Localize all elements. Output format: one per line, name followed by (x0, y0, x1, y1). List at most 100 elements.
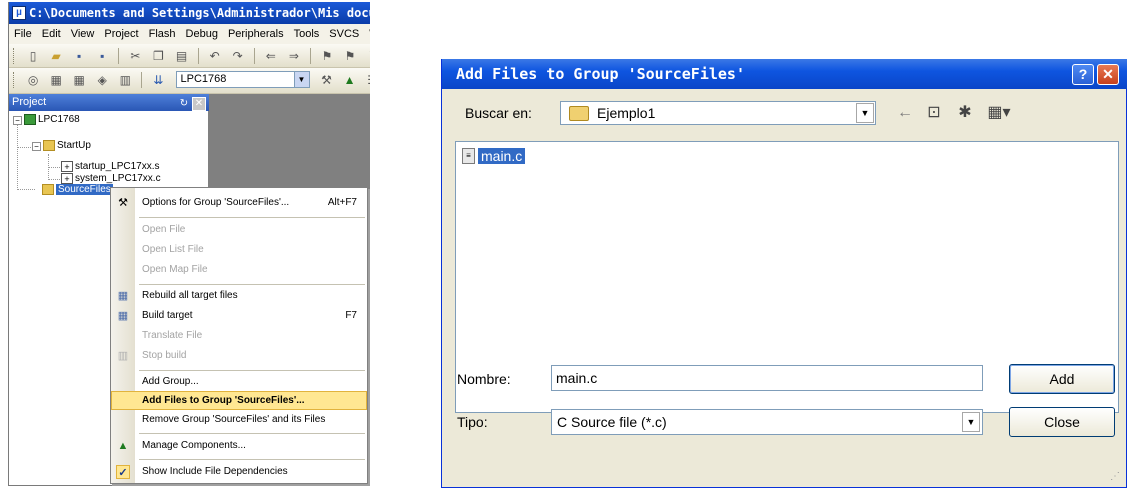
dialog-title-bar: Add Files to Group 'SourceFiles' ? ✕ (442, 59, 1127, 89)
stop-build-icon: ▥ (117, 350, 129, 362)
open-folder-icon[interactable]: ▰ (48, 48, 64, 64)
menu-item-show-include[interactable]: ✓ Show Include File Dependencies (111, 462, 367, 482)
bookmark-icon[interactable]: ⚑ (319, 48, 335, 64)
build-icon[interactable]: ▦ (48, 72, 64, 88)
file-extensions-icon[interactable]: ☰ (365, 72, 370, 88)
menu-item-open-list-file[interactable]: Open List File (111, 240, 367, 260)
menu-item-add-files[interactable]: Add Files to Group 'SourceFiles'... (111, 391, 367, 410)
menu-item-label: Options for Group 'SourceFiles'... (142, 197, 290, 208)
menu-tools[interactable]: Tools (289, 24, 325, 44)
chevron-down-icon[interactable]: ▼ (962, 412, 980, 432)
menu-item-label: Rebuild all target files (142, 290, 238, 301)
tree-node-target[interactable]: LPC1768 (24, 114, 80, 126)
look-in-label: Buscar en: (465, 104, 532, 122)
back-arrow-icon[interactable]: ← (894, 103, 916, 123)
toolbar-grip[interactable] (13, 72, 16, 88)
copy-icon[interactable]: ❐ (150, 48, 166, 64)
menu-svcs[interactable]: SVCS (324, 24, 364, 44)
resize-grip-icon[interactable]: ⋰ (1110, 470, 1124, 484)
collapse-icon[interactable]: − (13, 116, 22, 125)
menu-separator (139, 217, 365, 218)
look-in-label-text: Buscar en: (465, 105, 532, 121)
target-select[interactable]: LPC1768 ▼ (175, 71, 310, 88)
toolbar-grip[interactable] (13, 48, 16, 64)
tree-node-sourcefiles[interactable]: SourceFiles (42, 184, 113, 196)
pin-icon[interactable]: ↻ (177, 97, 191, 111)
name-label: Nombre: (457, 370, 511, 388)
menu-item-label: Show Include File Dependencies (142, 466, 288, 477)
chevron-down-icon[interactable]: ▼ (856, 103, 874, 123)
tree-line (17, 189, 35, 190)
menu-edit[interactable]: Edit (37, 24, 66, 44)
project-panel-header: Project ↻ ✕ (9, 94, 209, 111)
menu-view[interactable]: View (66, 24, 100, 44)
rebuild-icon[interactable]: ▦ (71, 72, 87, 88)
target-options-icon[interactable]: ⚒ (319, 72, 335, 88)
close-icon[interactable]: ✕ (192, 97, 206, 111)
view-menu-icon[interactable]: ▦▾ (982, 103, 1016, 123)
name-label-text: Nombre: (457, 371, 511, 387)
menu-item-open-file[interactable]: Open File (111, 220, 367, 240)
type-label: Tipo: (457, 413, 488, 431)
menu-item-manage-components[interactable]: ▲ Manage Components... (111, 436, 367, 456)
menu-item-remove-group[interactable]: Remove Group 'SourceFiles' and its Files (111, 410, 367, 430)
redo-icon[interactable]: ↷ (230, 48, 246, 64)
uvision-title-text: C:\Documents and Settings\Administrador\… (29, 6, 370, 20)
undo-icon[interactable]: ↶ (207, 48, 223, 64)
close-button[interactable]: Close (1009, 407, 1115, 437)
menu-separator (139, 370, 365, 371)
add-button[interactable]: Add (1009, 364, 1115, 394)
nav-forward-icon[interactable]: ⇒ (286, 48, 302, 64)
help-button[interactable]: ? (1072, 64, 1094, 85)
manage-components-icon[interactable]: ▲ (342, 72, 358, 88)
paste-icon[interactable]: ▤ (174, 48, 190, 64)
menu-flash[interactable]: Flash (144, 24, 181, 44)
tree-line (17, 147, 33, 148)
menu-item-options-group[interactable]: ⚒ Options for Group 'SourceFiles'... Alt… (111, 193, 367, 213)
menu-project[interactable]: Project (99, 24, 143, 44)
menu-window[interactable]: Wi (364, 24, 370, 44)
stop-build-icon[interactable]: ▥ (117, 72, 133, 88)
nav-back-icon[interactable]: ⇐ (263, 48, 279, 64)
chevron-down-icon[interactable]: ▼ (293, 72, 309, 87)
close-icon[interactable]: ✕ (1097, 64, 1119, 85)
batch-build-icon[interactable]: ◈ (94, 72, 110, 88)
tree-node-startup[interactable]: StartUp (43, 140, 91, 152)
new-folder-icon[interactable]: ✱ (952, 103, 978, 123)
file-type-combo[interactable]: C Source file (*.c) ▼ (551, 409, 983, 435)
menu-item-translate-file[interactable]: Translate File (111, 326, 367, 346)
menu-file[interactable]: File (9, 24, 37, 44)
menu-separator (139, 433, 365, 434)
bookmark-next-icon[interactable]: ⚑ (365, 48, 370, 64)
toolbar-separator (141, 72, 143, 88)
menu-debug[interactable]: Debug (181, 24, 223, 44)
download-icon[interactable]: ⇊ (150, 72, 166, 88)
look-in-combo[interactable]: Ejemplo1 ▼ (560, 101, 876, 125)
save-icon[interactable]: ▪ (71, 48, 87, 64)
file-item[interactable]: ≡ main.c (462, 148, 526, 166)
project-panel-title: Project (12, 96, 47, 108)
menu-item-open-map-file[interactable]: Open Map File (111, 260, 367, 280)
menu-item-add-group[interactable]: Add Group... (111, 372, 367, 392)
tree-node-startup-label: StartUp (57, 140, 91, 151)
collapse-icon[interactable]: − (32, 142, 41, 151)
uvision-title-bar: µ C:\Documents and Settings\Administrador… (9, 2, 370, 24)
save-all-icon[interactable]: ▪ (94, 48, 110, 64)
checkmark-icon: ✓ (116, 465, 130, 479)
translate-icon[interactable]: ◎ (25, 72, 41, 88)
bookmark-prev-icon[interactable]: ⚑ (342, 48, 358, 64)
menu-item-build-target[interactable]: ▦ Build target F7 (111, 306, 367, 326)
menu-separator (139, 459, 365, 460)
file-toolbar: ▯ ▰ ▪ ▪ ✂ ❐ ▤ ↶ ↷ ⇐ ⇒ ⚑ ⚑ ⚑ ⚑ (9, 44, 370, 68)
file-name-input[interactable]: main.c (551, 365, 983, 391)
cut-icon[interactable]: ✂ (127, 48, 143, 64)
menu-item-label: Remove Group 'SourceFiles' and its Files (142, 414, 326, 425)
menu-item-stop-build[interactable]: ▥ Stop build (111, 346, 367, 366)
menu-peripherals[interactable]: Peripherals (223, 24, 289, 44)
menu-item-label: Open List File (142, 244, 204, 255)
up-folder-icon[interactable]: ⊡ (922, 103, 946, 123)
folder-open-icon (43, 140, 55, 151)
tree-node-file[interactable]: + startup_LPC17xx.s (61, 161, 160, 173)
new-file-icon[interactable]: ▯ (25, 48, 41, 64)
menu-item-rebuild-all[interactable]: ▦ Rebuild all target files (111, 286, 367, 306)
